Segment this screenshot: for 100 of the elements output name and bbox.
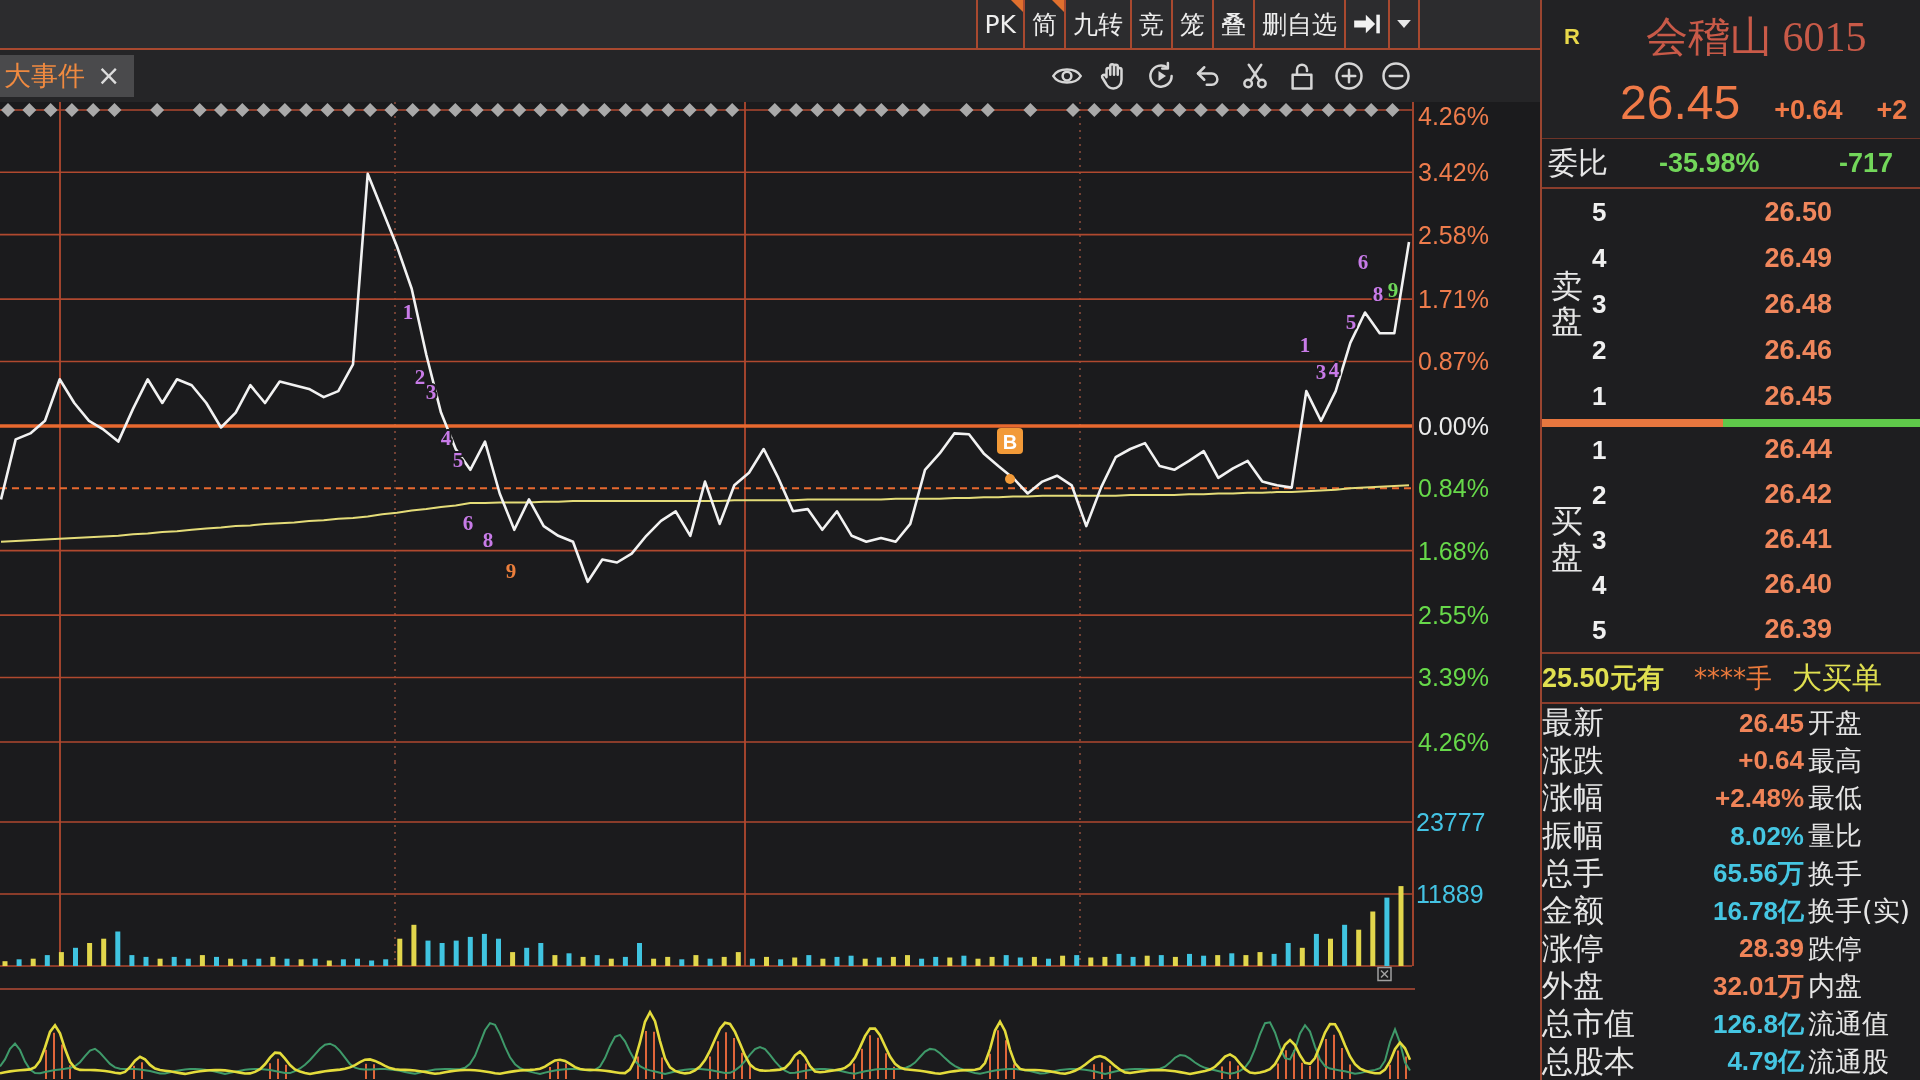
plus-circle-icon[interactable]: [1334, 61, 1364, 91]
volume-bar: [580, 956, 586, 966]
axis-label: 23777: [1416, 808, 1486, 836]
stat-label: 总手: [1542, 857, 1605, 889]
volume-bar: [806, 955, 812, 966]
order-price: 26.50: [1764, 198, 1832, 226]
volume-bar: [369, 960, 375, 966]
volume-bar: [1074, 955, 1080, 966]
volume-bar: [905, 955, 910, 966]
volume-bar: [1328, 938, 1333, 966]
axis-label: 0.00%: [1418, 412, 1489, 440]
volume-bar: [1116, 953, 1122, 966]
stat-label: 振幅: [1542, 820, 1605, 852]
volume-bar: [73, 947, 78, 966]
toolbar-button[interactable]: 简: [1023, 0, 1064, 48]
axis-label: 2.55%: [1418, 601, 1489, 630]
volume-bar: [87, 943, 93, 966]
level-number: 1: [1592, 436, 1608, 463]
percent-change: +2: [1876, 94, 1908, 126]
minus-circle-icon[interactable]: [1381, 61, 1411, 91]
level-number: 4: [1592, 245, 1608, 271]
event-tab[interactable]: 大事件 ×: [0, 55, 135, 97]
volume-bar: [1370, 911, 1376, 966]
dropdown-button[interactable]: [1388, 0, 1420, 48]
sequence-number: 8: [482, 528, 494, 552]
volume-bar: [637, 943, 642, 966]
side-label: 卖盘: [1551, 268, 1583, 340]
toolbar-button[interactable]: PK: [975, 0, 1023, 48]
sequence-number: 4: [440, 426, 452, 450]
side-label: 买盘: [1551, 504, 1583, 575]
order-price: 26.45: [1764, 382, 1832, 410]
toolbar-button[interactable]: 叠: [1212, 0, 1253, 48]
volume-bar: [355, 958, 360, 966]
volume-bar: [693, 955, 699, 966]
axis-label: 1.71%: [1418, 285, 1489, 314]
axis-label: 2.58%: [1418, 220, 1489, 249]
big-order-label: 大买单: [1792, 658, 1882, 697]
volume-bar: [467, 936, 473, 966]
volume-bar: [608, 958, 614, 966]
volume-bar: [270, 956, 276, 966]
stat-label: 换手: [1807, 859, 1863, 887]
stat-label: 量比: [1807, 822, 1863, 850]
volume-bar: [481, 933, 487, 966]
volume-bar: [919, 958, 925, 966]
order-price: 26.41: [1764, 526, 1832, 553]
order-price: 26.48: [1764, 290, 1832, 318]
volume-bar: [284, 958, 290, 966]
level-number: 2: [1592, 337, 1608, 363]
volume-bar: [1215, 955, 1221, 966]
volume-bar: [1187, 953, 1192, 966]
sequence-number: 9: [1387, 278, 1399, 302]
volume-bar: [58, 952, 64, 966]
volume-bar: [129, 955, 135, 966]
volume-bar: [1130, 956, 1136, 966]
volume-bar: [256, 958, 262, 966]
volume-bar: [1384, 897, 1390, 966]
volume-bar: [538, 943, 544, 966]
stat-value: 8.02%: [1730, 822, 1804, 849]
stat-value: 28.39: [1738, 935, 1804, 962]
stat-value: 32.01万: [1712, 973, 1804, 999]
scissors-icon[interactable]: [1240, 61, 1270, 91]
volume-bar: [778, 959, 784, 966]
volume-bar: [1172, 956, 1178, 966]
order-price: 26.44: [1764, 436, 1832, 463]
order-price: 26.40: [1764, 571, 1832, 598]
sequence-number: 2: [414, 365, 426, 389]
order-price: 26.39: [1764, 616, 1832, 643]
stat-label: 涨跌: [1542, 744, 1605, 776]
volume-bar: [552, 955, 558, 966]
volume-bar: [1356, 929, 1362, 966]
close-button[interactable]: ×: [97, 62, 121, 90]
volume-bar: [242, 959, 248, 966]
toolbar-button[interactable]: 删自选: [1253, 0, 1344, 48]
sequence-number: 5: [1345, 310, 1357, 334]
stat-label: 外盘: [1542, 970, 1605, 1002]
order-ratio-label: 委比: [1547, 143, 1609, 182]
stat-label: 涨幅: [1542, 782, 1605, 814]
cross-square-icon: [1377, 966, 1392, 982]
circle-play-icon[interactable]: [1146, 61, 1176, 91]
volume-bar: [115, 931, 121, 966]
stat-label: 最高: [1807, 746, 1863, 774]
volume-bar: [1229, 953, 1235, 966]
toolbar-button[interactable]: 九转: [1064, 0, 1130, 48]
volume-bar: [890, 956, 896, 966]
buy-signal-badge: B: [997, 428, 1023, 454]
stat-label: 跌停: [1807, 934, 1863, 962]
toolbar-button[interactable]: 笼: [1171, 0, 1212, 48]
volume-bar: [199, 955, 205, 966]
volume-bar: [1201, 955, 1207, 966]
volume-bar: [989, 956, 995, 966]
volume-bar: [848, 955, 854, 966]
level-number: 5: [1592, 616, 1608, 643]
volume-bar: [721, 956, 727, 966]
volume-bar: [1158, 955, 1164, 966]
volume-bar: [171, 956, 177, 966]
volume-bar: [594, 955, 600, 966]
toolbar-button[interactable]: 竞: [1130, 0, 1171, 48]
volume-bar: [1102, 956, 1108, 966]
flag-label: R: [1564, 23, 1580, 50]
price-change: +0.64: [1774, 94, 1843, 126]
